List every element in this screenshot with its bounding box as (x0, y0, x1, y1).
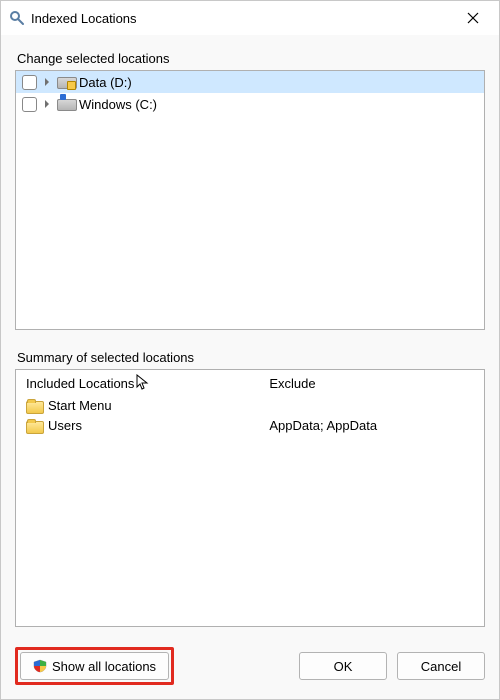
indexed-locations-dialog: Indexed Locations Change selected locati… (0, 0, 500, 700)
cursor-icon (136, 374, 150, 395)
show-all-locations-button[interactable]: Show all locations (20, 652, 169, 680)
included-item-users[interactable]: Users (26, 415, 249, 435)
tree-item-data-drive[interactable]: Data (D:) (16, 71, 484, 93)
locations-tree[interactable]: Data (D:) Windows (C:) (15, 70, 485, 330)
button-label: Cancel (421, 659, 461, 674)
tree-item-windows-drive[interactable]: Windows (C:) (16, 93, 484, 115)
included-header: Included Locations (26, 376, 249, 391)
checkbox[interactable] (22, 97, 37, 112)
folder-icon (26, 419, 42, 432)
tree-item-label: Data (D:) (79, 75, 132, 90)
summary-panel: Included Locations Start Menu Users (15, 369, 485, 627)
exclude-text: AppData; AppData (269, 418, 377, 433)
ok-button[interactable]: OK (299, 652, 387, 680)
summary-label: Summary of selected locations (17, 350, 485, 365)
highlight-annotation: Show all locations (15, 647, 174, 685)
close-icon (467, 12, 479, 24)
tree-item-label: Windows (C:) (79, 97, 157, 112)
button-label: OK (334, 659, 353, 674)
exclude-item: AppData; AppData (269, 415, 474, 435)
app-icon (9, 10, 25, 26)
folder-icon (26, 399, 42, 412)
chevron-right-icon[interactable] (41, 98, 53, 110)
included-column: Included Locations Start Menu Users (16, 370, 259, 626)
close-button[interactable] (451, 3, 495, 33)
included-item-label: Users (48, 418, 82, 433)
dialog-content: Change selected locations Data (D:) Wind… (1, 35, 499, 637)
chevron-right-icon[interactable] (41, 76, 53, 88)
titlebar: Indexed Locations (1, 1, 499, 35)
included-item-label: Start Menu (48, 398, 112, 413)
exclude-item (269, 395, 474, 415)
drive-icon (57, 75, 75, 89)
shield-icon (33, 659, 47, 673)
change-locations-label: Change selected locations (17, 51, 485, 66)
included-item-start-menu[interactable]: Start Menu (26, 395, 249, 415)
exclude-header: Exclude (269, 376, 474, 391)
window-title: Indexed Locations (31, 11, 451, 26)
dialog-buttons: Show all locations OK Cancel (1, 637, 499, 699)
drive-icon (57, 97, 75, 111)
exclude-column: Exclude AppData; AppData (259, 370, 484, 626)
checkbox[interactable] (22, 75, 37, 90)
cancel-button[interactable]: Cancel (397, 652, 485, 680)
button-label: Show all locations (52, 659, 156, 674)
